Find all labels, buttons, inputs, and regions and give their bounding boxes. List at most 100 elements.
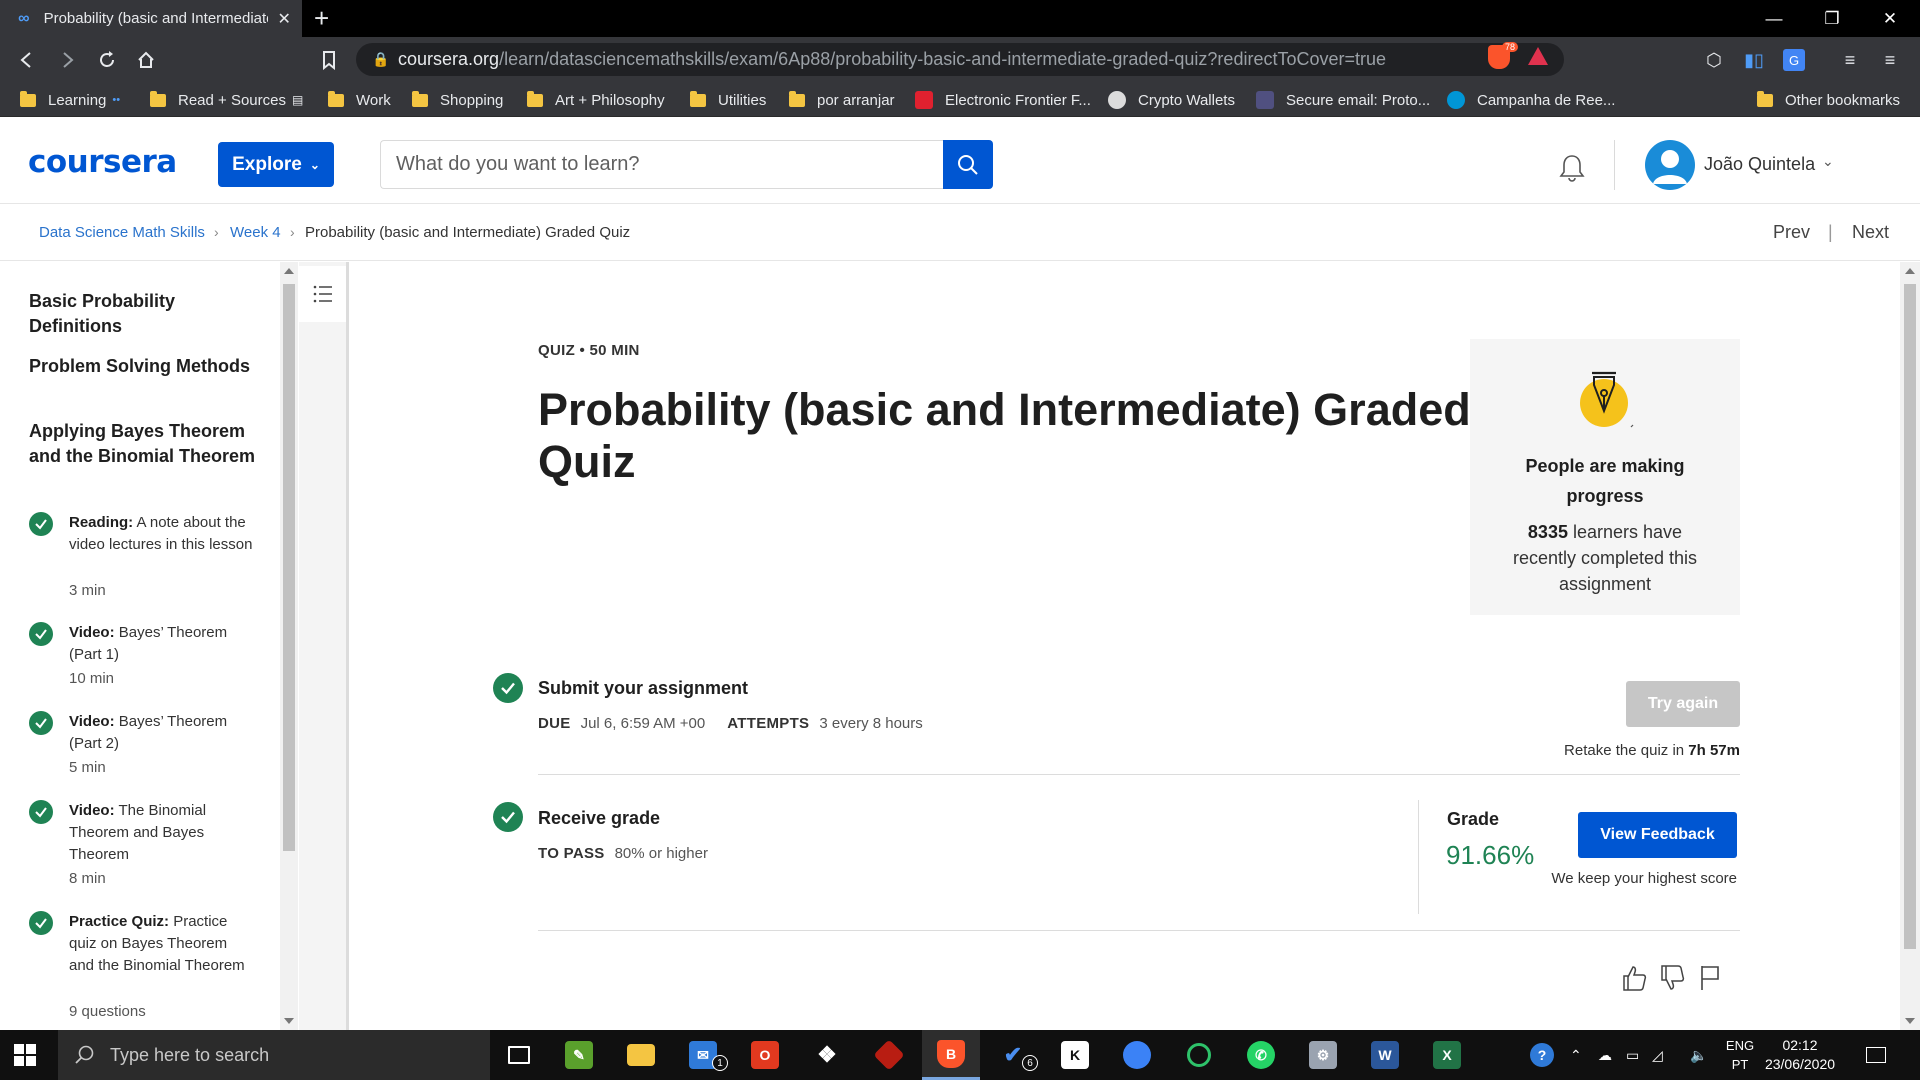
prevnext-divider: | <box>1828 222 1833 242</box>
bookmark-shopping[interactable]: Shopping <box>412 87 503 113</box>
sidebar-toggle-button[interactable] <box>299 266 346 322</box>
breadcrumb-week[interactable]: Week 4 <box>230 224 281 241</box>
onedrive-icon[interactable]: ☁ <box>1598 1030 1612 1080</box>
bookmark-por-arranjar[interactable]: por arranjar <box>789 87 895 113</box>
thumbs-down-icon[interactable] <box>1656 962 1688 994</box>
bookmark-work[interactable]: Work <box>328 87 391 113</box>
retake-countdown: Retake the quiz in 7h 57m <box>1482 742 1740 759</box>
extension-cube-icon[interactable]: ⬡ <box>1700 46 1728 74</box>
username[interactable]: João Quintela <box>1704 154 1815 175</box>
bookmark-eff[interactable]: Electronic Frontier F... <box>915 87 1091 113</box>
browser-tab-active[interactable]: ∞ Probability (basic and Intermediate) G… <box>0 0 302 37</box>
address-bar[interactable]: 🔒 coursera.org/learn/datasciencemathskil… <box>356 43 1564 76</box>
language-indicator[interactable]: ENG PT <box>1722 1036 1758 1074</box>
browser-menu-icon[interactable]: ≡ <box>1876 46 1904 74</box>
reload-icon[interactable] <box>92 45 122 75</box>
mail-app-icon[interactable]: ✉ 1 <box>674 1030 732 1080</box>
dropbox-icon[interactable]: ❖ <box>798 1030 856 1080</box>
home-icon[interactable] <box>131 45 161 75</box>
section-divider <box>538 774 1740 775</box>
prev-link[interactable]: Prev <box>1773 222 1810 243</box>
brave-rewards-icon[interactable] <box>1528 47 1548 65</box>
action-center-icon[interactable] <box>1866 1030 1886 1080</box>
bookmark-protonmail[interactable]: Secure email: Proto... <box>1256 87 1430 113</box>
thumbs-up-icon[interactable] <box>1618 962 1650 994</box>
bookmark-campanha[interactable]: Campanha de Ree... <box>1447 87 1615 113</box>
sidebar-lesson-heading[interactable]: Applying Bayes Theorem and the Binomial … <box>29 419 259 469</box>
system-clock[interactable]: 02:12 23/06/2020 <box>1760 1036 1840 1074</box>
breadcrumb-course[interactable]: Data Science Math Skills <box>39 224 205 241</box>
help-icon[interactable]: ? <box>1530 1030 1554 1080</box>
network-icon[interactable]: ◿ <box>1652 1030 1663 1080</box>
office-app-icon[interactable]: O <box>736 1030 794 1080</box>
file-explorer-icon[interactable] <box>612 1030 670 1080</box>
bookmark-label: Electronic Frontier F... <box>945 91 1091 109</box>
scroll-up-icon[interactable] <box>284 268 294 274</box>
view-feedback-button[interactable]: View Feedback <box>1578 812 1737 858</box>
back-icon[interactable] <box>12 45 42 75</box>
next-link[interactable]: Next <box>1852 222 1889 243</box>
tab-close-icon[interactable]: ✕ <box>274 9 294 29</box>
bookmark-label: Read + Sources <box>178 91 286 109</box>
main-scrollbar[interactable] <box>1900 262 1920 1030</box>
forward-icon[interactable] <box>52 45 82 75</box>
battery-icon[interactable]: ▭ <box>1626 1030 1639 1080</box>
bookmark-utilities[interactable]: Utilities <box>690 87 766 113</box>
sync-app-icon[interactable] <box>1170 1030 1228 1080</box>
try-again-button[interactable]: Try again <box>1626 681 1740 727</box>
volume-icon[interactable]: 🔈 <box>1690 1030 1707 1080</box>
excel-app-icon[interactable]: X <box>1418 1030 1476 1080</box>
flag-icon[interactable] <box>1694 962 1726 994</box>
sidebar-scroll-thumb[interactable] <box>283 284 295 851</box>
notepad-app-icon[interactable]: ✎ <box>550 1030 608 1080</box>
pass-value: 80% or higher <box>614 845 708 862</box>
breadcrumb: Data Science Math Skills › Week 4 › Prob… <box>0 205 1920 261</box>
bookmark-learning[interactable]: Learning •• <box>20 87 120 113</box>
bookmark-page-icon[interactable] <box>314 45 344 75</box>
scroll-down-icon[interactable] <box>284 1018 294 1024</box>
bookmark-other[interactable]: Other bookmarks <box>1757 87 1900 113</box>
new-tab-icon[interactable]: + <box>314 4 329 32</box>
search-icon <box>75 1045 94 1064</box>
scroll-down-icon[interactable] <box>1905 1018 1915 1024</box>
pass-meta: TO PASS 80% or higher <box>538 845 708 862</box>
close-window-icon[interactable]: ✕ <box>1862 0 1918 37</box>
explore-button[interactable]: Explore ⌄ <box>218 142 334 187</box>
restore-icon[interactable]: ❐ <box>1804 0 1860 37</box>
word-app-icon[interactable]: W <box>1356 1030 1414 1080</box>
item-duration: 3 min <box>69 582 106 599</box>
task-view-icon[interactable] <box>490 1030 548 1080</box>
search-button[interactable] <box>943 140 993 189</box>
chevron-up-icon[interactable]: ⌃ <box>1570 1030 1582 1080</box>
main-scroll-thumb[interactable] <box>1904 284 1916 949</box>
chevron-down-icon[interactable]: ⌄ <box>1822 153 1834 170</box>
bookmark-read-sources[interactable]: Read + Sources ▤ <box>150 87 303 113</box>
sidebar-lesson-heading[interactable]: Basic Probability Definitions <box>29 289 259 339</box>
course-outline-sidebar: Basic Probability Definitions Problem So… <box>0 262 280 1030</box>
folder-icon <box>150 90 166 107</box>
sidebar-scrollbar[interactable] <box>280 262 298 1030</box>
blue-app-icon[interactable] <box>1108 1030 1166 1080</box>
item-duration: 5 min <box>69 759 106 776</box>
windows-start-icon[interactable] <box>14 1044 36 1066</box>
bookmark-crypto-wallets[interactable]: Crypto Wallets <box>1108 87 1235 113</box>
taskbar-search-input[interactable]: Type here to search <box>58 1030 490 1080</box>
coursera-logo[interactable]: coursera <box>28 144 177 180</box>
app-icon[interactable]: K <box>1046 1030 1104 1080</box>
extension-bars-icon[interactable]: ▮▯ <box>1740 46 1768 74</box>
avatar[interactable] <box>1645 140 1695 190</box>
scroll-up-icon[interactable] <box>1905 268 1915 274</box>
mail-badge: 1 <box>712 1055 728 1071</box>
todo-app-icon[interactable]: ✔ 6 <box>984 1030 1042 1080</box>
google-translate-icon[interactable]: G <box>1780 46 1808 74</box>
minimize-icon[interactable]: — <box>1746 0 1802 37</box>
settings-app-icon[interactable]: ⚙ <box>1294 1030 1352 1080</box>
whatsapp-icon[interactable]: ✆ <box>1232 1030 1290 1080</box>
game-app-icon[interactable] <box>860 1030 918 1080</box>
media-playlist-icon[interactable]: ≡ <box>1836 46 1864 74</box>
sidebar-lesson-heading[interactable]: Problem Solving Methods <box>29 354 259 379</box>
notification-bell-icon[interactable] <box>1556 152 1588 184</box>
brave-browser-icon[interactable]: B <box>922 1030 980 1080</box>
search-input[interactable]: What do you want to learn? <box>380 140 944 189</box>
bookmark-art-philosophy[interactable]: Art + Philosophy <box>527 87 665 113</box>
